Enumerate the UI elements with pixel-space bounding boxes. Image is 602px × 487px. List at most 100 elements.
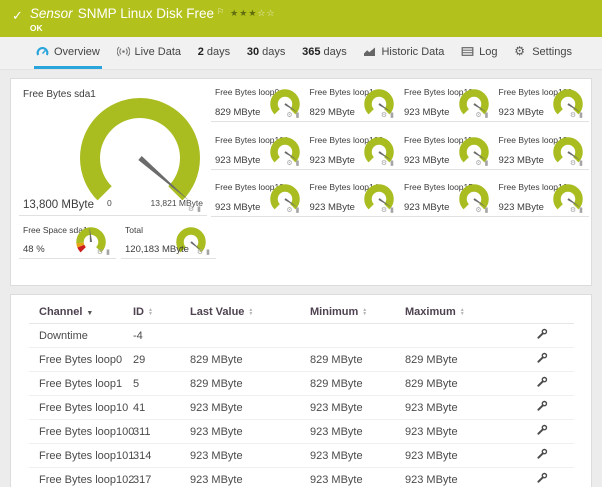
priority-rating[interactable]: ★★★☆☆ [230, 6, 275, 21]
pin-icon[interactable]: ▮ [296, 111, 301, 119]
wrench-icon[interactable] [536, 352, 548, 367]
column-header-id[interactable]: ID ▲ ▼ [123, 300, 180, 324]
pin-icon[interactable]: ▮ [579, 206, 584, 214]
cell-minimum: 829 MByte [300, 371, 395, 396]
tile-icon-group: ⚙ ▮ [570, 111, 584, 119]
pin-icon[interactable]: ▮ [206, 248, 211, 256]
cell-actions [526, 323, 574, 348]
star-filled-icon[interactable]: ★ [230, 8, 239, 18]
gauge-tile-free-space-sda1[interactable]: Free Space sda1 48 % ⚙ ▮ [19, 223, 116, 259]
wrench-icon[interactable] [536, 448, 548, 463]
live-icon [116, 45, 130, 58]
gauge-tile-free-bytes-loop16[interactable]: Free Bytes loop16 923 MByte ⚙ ▮ [494, 180, 589, 217]
gear-icon[interactable]: ⚙ [475, 111, 482, 119]
pin-icon[interactable]: ▮ [485, 206, 490, 214]
tab-settings[interactable]: ⚙ Settings [512, 37, 574, 69]
tab-label: 2 days [197, 45, 231, 58]
gear-icon[interactable]: ⚙ [286, 111, 293, 119]
tab-365-days[interactable]: 365 days [300, 37, 349, 69]
tab-30-days[interactable]: 30 days [245, 37, 288, 69]
column-header-actions [526, 300, 574, 324]
pin-icon[interactable]: ▮ [390, 111, 395, 119]
cell-actions [526, 419, 574, 444]
tab-overview[interactable]: Overview [34, 37, 102, 69]
pin-icon[interactable]: ▮ [579, 159, 584, 167]
pin-icon[interactable]: ▮ [485, 159, 490, 167]
star-filled-icon[interactable]: ★ [239, 8, 248, 18]
channels-panel: Channel ▼ ID ▲ ▼ Last Value ▲ ▼ Minimum ▲ ▼ Maximum… [10, 294, 592, 487]
table-row: Free Bytes loop10 41 923 MByte 923 MByte 923… [29, 395, 574, 420]
gear-icon: ⚙ [514, 44, 525, 58]
pin-icon[interactable]: ▮ [579, 111, 584, 119]
column-header-channel[interactable]: Channel ▼ [29, 300, 123, 324]
wrench-icon[interactable] [536, 424, 548, 439]
tab-label: Settings [532, 45, 572, 58]
gauge-value: 923 MByte [404, 107, 450, 118]
gear-icon[interactable]: ⚙ [188, 205, 195, 213]
table-row: Free Bytes loop1 5 829 MByte 829 MByte 829 M… [29, 371, 574, 396]
gauge-tile-free-bytes-loop101[interactable]: Free Bytes loop101 923 MByte ⚙ ▮ [211, 133, 306, 170]
cell-minimum: 923 MByte [300, 395, 395, 420]
wrench-icon[interactable] [536, 328, 548, 343]
gear-icon[interactable]: ⚙ [286, 206, 293, 214]
tab-2-days[interactable]: 2 days [196, 37, 232, 69]
gauge-tile-free-bytes-loop12[interactable]: Free Bytes loop12 923 MByte ⚙ ▮ [494, 133, 589, 170]
gear-icon[interactable]: ⚙ [475, 206, 482, 214]
tab-label: Log [479, 45, 498, 58]
gear-icon[interactable]: ⚙ [381, 111, 388, 119]
sensor-kind-label: Sensor [29, 6, 73, 21]
cell-channel: Free Bytes loop0 [29, 347, 123, 372]
pin-icon[interactable]: ▮ [390, 159, 395, 167]
wrench-icon[interactable] [536, 472, 548, 487]
table-row: Downtime -4 [29, 323, 574, 348]
gauge-tile-total[interactable]: Total 120,183 MByte ⚙ ▮ [121, 223, 216, 259]
gear-icon[interactable]: ⚙ [570, 111, 577, 119]
tile-icon-group: ⚙ ▮ [475, 206, 489, 214]
gear-icon[interactable]: ⚙ [197, 248, 204, 256]
table-row: Free Bytes loop101 314 923 MByte 923 MByte 9… [29, 443, 574, 468]
gauge-tile-free-bytes-loop13[interactable]: Free Bytes loop13 923 MByte ⚙ ▮ [211, 180, 306, 217]
tile-icon-group: ⚙ ▮ [381, 159, 395, 167]
gauge-value: 923 MByte [309, 202, 355, 213]
tile-icon-group: ⚙ ▮ [286, 111, 300, 119]
column-header-minimum[interactable]: Minimum ▲ ▼ [300, 300, 395, 324]
pin-icon[interactable]: ▮ [106, 248, 111, 256]
column-header-maximum[interactable]: Maximum ▲ ▼ [395, 300, 526, 324]
gear-icon[interactable]: ⚙ [570, 206, 577, 214]
gear-icon[interactable]: ⚙ [286, 159, 293, 167]
pin-icon[interactable]: ▮ [485, 111, 490, 119]
tab-live-data[interactable]: Live Data [115, 37, 183, 69]
pin-icon[interactable]: ▮ [296, 206, 301, 214]
gauge-tile-free-bytes-loop102[interactable]: Free Bytes loop102 923 MByte ⚙ ▮ [305, 133, 400, 170]
gauge-tile-free-bytes-loop14[interactable]: Free Bytes loop14 923 MByte ⚙ ▮ [305, 180, 400, 217]
gauge-tile-primary[interactable]: Free Bytes sda1 13,800 MByte 0 13,821 MByte… [19, 85, 207, 216]
tile-icon-group: ⚙ ▮ [570, 206, 584, 214]
wrench-icon[interactable] [536, 376, 548, 391]
gauge-tile-free-bytes-loop11[interactable]: Free Bytes loop11 923 MByte ⚙ ▮ [400, 133, 495, 170]
pin-icon[interactable]: ▮ [296, 159, 301, 167]
page-title: SNMP Linux Disk Free [77, 6, 214, 21]
tab-label: Live Data [134, 45, 182, 58]
gauge-tile-free-bytes-loop10[interactable]: Free Bytes loop10 923 MByte ⚙ ▮ [400, 85, 495, 122]
gear-icon[interactable]: ⚙ [381, 159, 388, 167]
gear-icon[interactable]: ⚙ [475, 159, 482, 167]
gauge-tile-free-bytes-loop1[interactable]: Free Bytes loop1 829 MByte ⚙ ▮ [305, 85, 400, 122]
gear-icon[interactable]: ⚙ [570, 159, 577, 167]
pin-icon[interactable]: ▮ [197, 205, 202, 213]
gear-icon[interactable]: ⚙ [381, 206, 388, 214]
star-empty-icon[interactable]: ☆ [266, 8, 275, 18]
cell-last-value: 923 MByte [180, 443, 300, 468]
tab-historic-data[interactable]: Historic Data [361, 37, 446, 69]
gauge-tile-free-bytes-loop15[interactable]: Free Bytes loop15 923 MByte ⚙ ▮ [400, 180, 495, 217]
column-header-last-value[interactable]: Last Value ▲ ▼ [180, 300, 300, 324]
tab-log[interactable]: Log [459, 37, 499, 69]
table-row: Free Bytes loop102 317 923 MByte 923 MByte 9… [29, 467, 574, 487]
gear-icon[interactable]: ⚙ [97, 248, 104, 256]
flag-icon[interactable]: ⚐ [217, 4, 224, 19]
gauge-tile-free-bytes-loop0[interactable]: Free Bytes loop0 829 MByte ⚙ ▮ [211, 85, 306, 122]
pin-icon[interactable]: ▮ [390, 206, 395, 214]
wrench-icon[interactable] [536, 400, 548, 415]
cell-actions [526, 347, 574, 372]
gauge-tile-free-bytes-loop100[interactable]: Free Bytes loop100 923 MByte ⚙ ▮ [494, 85, 589, 122]
cell-minimum: 923 MByte [300, 419, 395, 444]
